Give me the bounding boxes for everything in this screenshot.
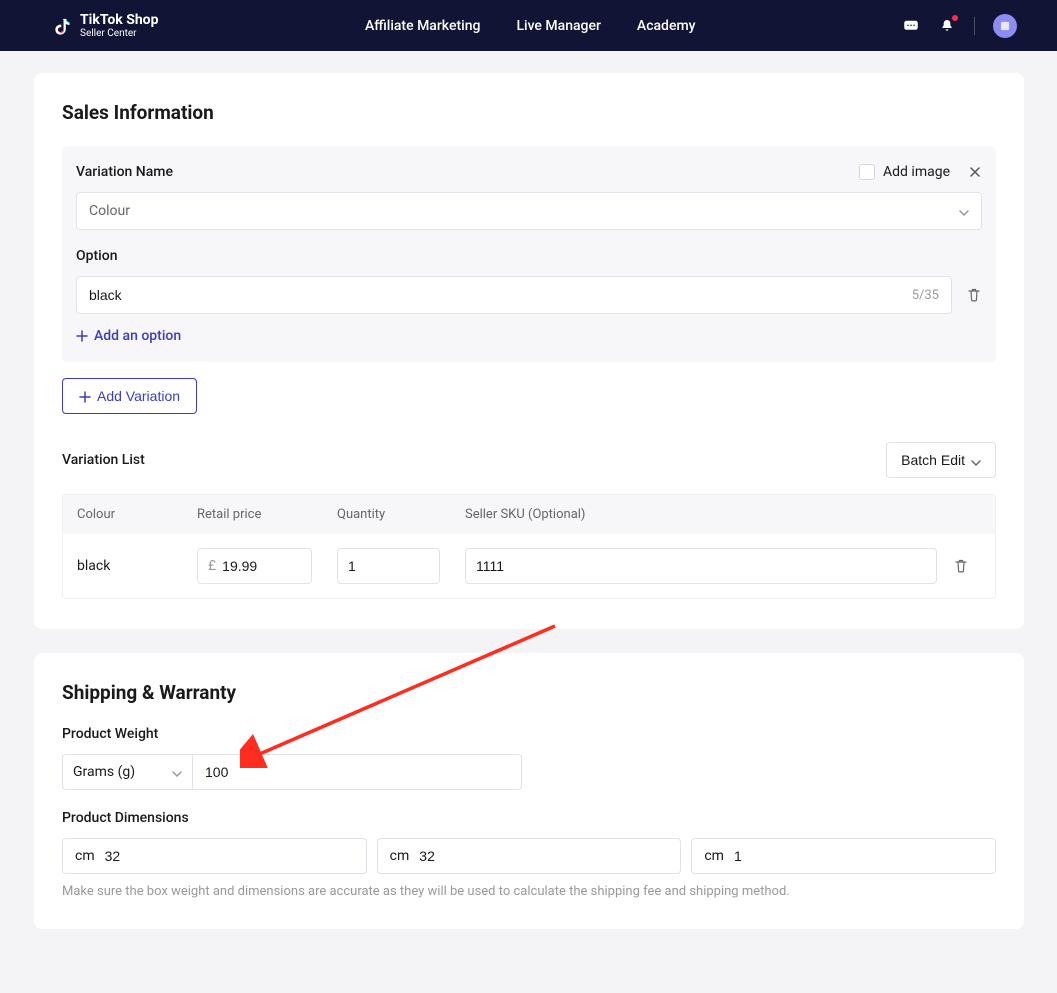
variation-name-value: Colour: [89, 203, 130, 219]
weight-input-wrap: [192, 754, 522, 790]
bell-icon[interactable]: [938, 17, 956, 35]
brand-sub: Seller Center: [80, 29, 158, 39]
chat-icon[interactable]: [902, 17, 920, 35]
notification-dot: [952, 15, 958, 21]
col-price: Retail price: [197, 507, 337, 522]
col-colour: Colour: [77, 507, 197, 522]
brand-logo[interactable]: TikTok Shop Seller Center: [52, 13, 158, 39]
dim-width: cm: [377, 838, 682, 874]
col-sku: Seller SKU (Optional): [465, 507, 941, 522]
delete-row-icon[interactable]: [953, 558, 969, 574]
option-char-counter: 5/35: [912, 288, 939, 303]
weight-unit-select[interactable]: Grams (g): [62, 754, 192, 790]
nav-right: [902, 14, 1017, 38]
price-input-wrap: £: [197, 548, 312, 584]
variation-list-label: Variation List: [62, 452, 145, 468]
close-variation-icon[interactable]: [968, 165, 982, 179]
add-variation-button[interactable]: Add Variation: [62, 378, 197, 414]
dims-label: Product Dimensions: [62, 810, 996, 826]
currency-prefix: £: [208, 558, 216, 574]
table-header: Colour Retail price Quantity Seller SKU …: [63, 495, 995, 534]
qty-input[interactable]: [348, 558, 429, 574]
dim-unit: cm: [390, 848, 410, 864]
add-option-link[interactable]: Add an option: [76, 328, 982, 344]
cell-colour: black: [77, 558, 197, 574]
weight-label: Product Weight: [62, 726, 996, 742]
nav-divider: [974, 17, 975, 35]
price-input[interactable]: [222, 558, 301, 574]
qty-input-wrap: [337, 548, 440, 584]
dim-width-input[interactable]: [419, 848, 668, 864]
variation-panel: Variation Name Add image Colour: [62, 146, 996, 362]
dims-hint: Make sure the box weight and dimensions …: [62, 884, 996, 899]
shipping-card: Shipping & Warranty Product Weight Grams…: [34, 653, 1024, 929]
dim-unit: cm: [704, 848, 724, 864]
nav-links: Affiliate Marketing Live Manager Academy: [365, 18, 696, 34]
add-option-label: Add an option: [94, 328, 181, 344]
checkbox-icon: [859, 164, 875, 180]
option-label: Option: [76, 248, 982, 264]
nav-live-manager[interactable]: Live Manager: [516, 18, 600, 34]
nav-affiliate[interactable]: Affiliate Marketing: [365, 18, 481, 34]
chevron-down-icon: [172, 767, 182, 777]
delete-option-icon[interactable]: [966, 287, 982, 303]
dim-unit: cm: [75, 848, 95, 864]
variation-table: Colour Retail price Quantity Seller SKU …: [62, 494, 996, 599]
weight-unit-value: Grams (g): [73, 764, 135, 780]
brand-main: TikTok Shop: [80, 13, 158, 27]
plus-icon: [79, 390, 91, 402]
dim-length: cm: [62, 838, 367, 874]
table-row: black £: [63, 534, 995, 598]
sales-info-title: Sales Information: [62, 101, 996, 124]
option-input[interactable]: [89, 287, 912, 303]
add-image-label: Add image: [883, 164, 950, 180]
add-image-checkbox[interactable]: Add image: [859, 164, 950, 180]
batch-edit-label: Batch Edit: [901, 452, 965, 468]
top-nav: TikTok Shop Seller Center Affiliate Mark…: [0, 0, 1057, 51]
batch-edit-button[interactable]: Batch Edit: [886, 442, 996, 478]
variation-name-select[interactable]: Colour: [76, 192, 982, 230]
tiktok-icon: [52, 15, 72, 37]
sales-info-card: Sales Information Variation Name Add ima…: [34, 73, 1024, 629]
chevron-down-icon: [959, 206, 969, 216]
sku-input[interactable]: [476, 558, 926, 574]
option-input-wrap: 5/35: [76, 276, 952, 314]
chevron-down-icon: [971, 455, 981, 465]
variation-name-label: Variation Name: [76, 164, 173, 180]
shipping-title: Shipping & Warranty: [62, 681, 996, 704]
plus-icon: [76, 330, 88, 342]
dim-length-input[interactable]: [105, 848, 354, 864]
avatar[interactable]: [993, 14, 1017, 38]
sku-input-wrap: [465, 548, 937, 584]
col-qty: Quantity: [337, 507, 465, 522]
nav-academy[interactable]: Academy: [637, 18, 696, 34]
weight-input[interactable]: [205, 764, 509, 780]
dim-height-input[interactable]: [734, 848, 983, 864]
add-variation-label: Add Variation: [97, 388, 180, 404]
dim-height: cm: [691, 838, 996, 874]
